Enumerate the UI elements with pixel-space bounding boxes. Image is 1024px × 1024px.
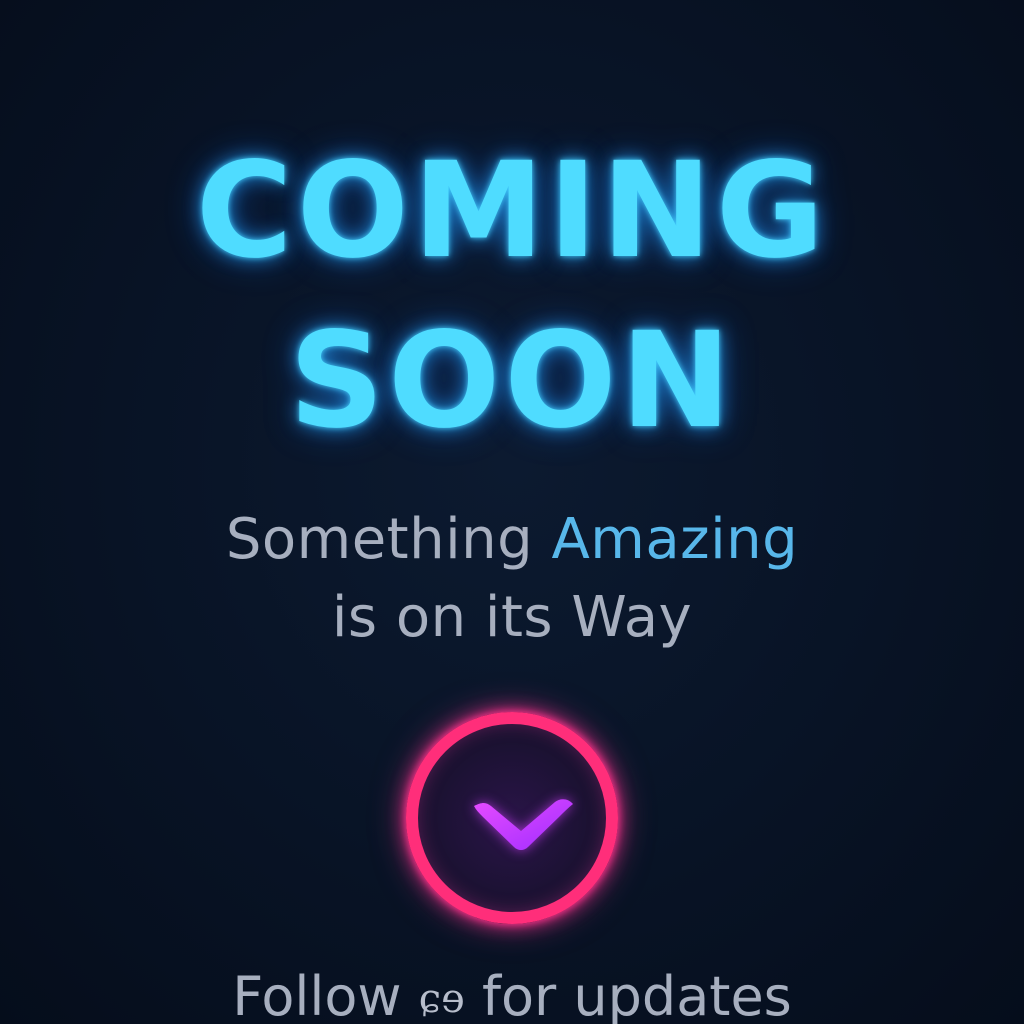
footer-suffix: for updates: [464, 965, 792, 1024]
coming-soon-page: COMING SOON Something Amazing is on its …: [0, 0, 1024, 1024]
chevron-down-icon: [474, 799, 573, 850]
subtitle-line-2: is on its Way: [331, 585, 693, 650]
subtitle-line-1: Something Amazing: [0, 512, 1024, 568]
follow-updates-text: Follow ɕɘ for updates: [0, 970, 1024, 1024]
headline-soon: SOON: [289, 304, 735, 458]
subtitle-accent-word: Amazing: [551, 507, 799, 572]
social-handle[interactable]: ɕɘ: [419, 976, 465, 1022]
headline-coming: COMING: [195, 134, 829, 288]
subtitle-line-1-start: Something: [225, 507, 552, 572]
scroll-down-button[interactable]: [406, 712, 618, 924]
footer-prefix: Follow: [232, 965, 419, 1024]
